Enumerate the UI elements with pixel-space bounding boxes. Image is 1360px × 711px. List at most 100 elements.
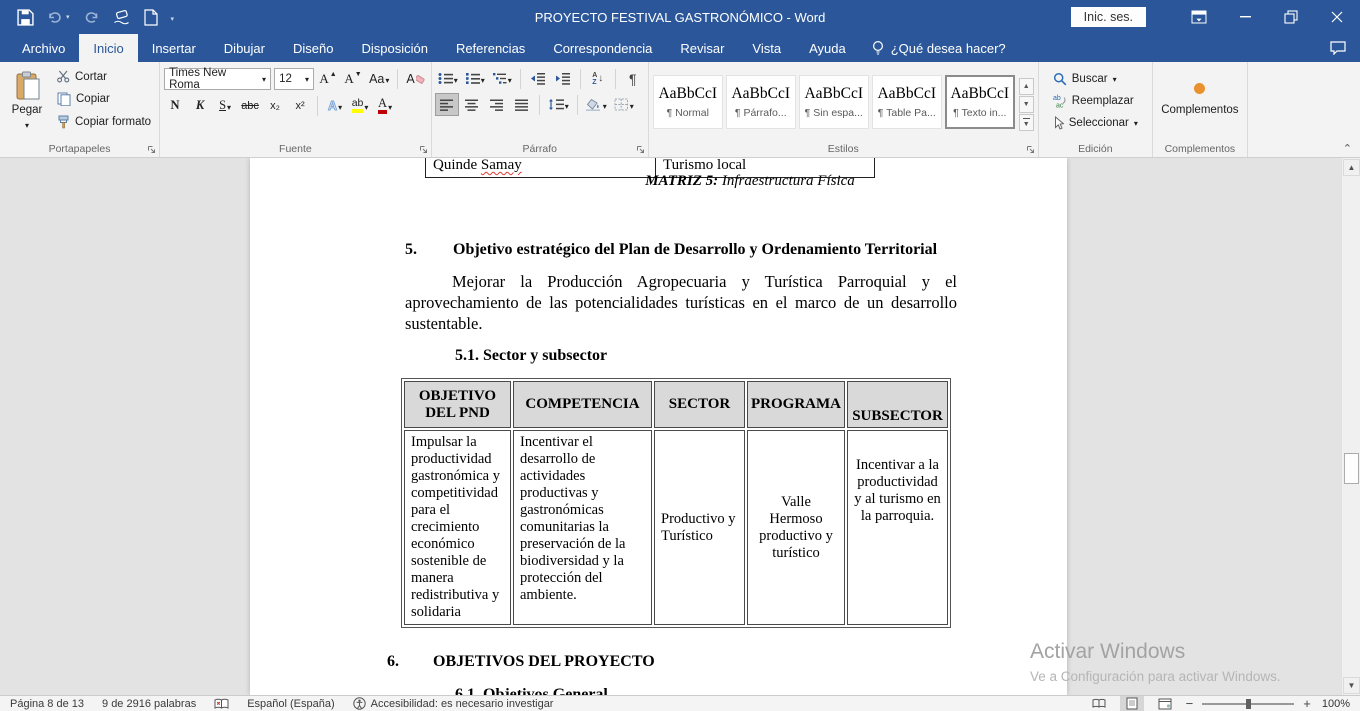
tab-correspondencia[interactable]: Correspondencia: [539, 34, 666, 62]
restore-button[interactable]: [1268, 0, 1314, 34]
copy-button[interactable]: Copiar: [53, 90, 155, 108]
new-document-icon[interactable]: [144, 7, 158, 27]
accessibility-status[interactable]: Accesibilidad: es necesario investigar: [353, 697, 554, 710]
italic-button[interactable]: K: [189, 95, 211, 116]
dialog-launcher-icon[interactable]: [419, 145, 428, 154]
increase-indent-button[interactable]: [552, 68, 574, 89]
dialog-launcher-icon[interactable]: [636, 145, 645, 154]
sign-in-button[interactable]: Inic. ses.: [1071, 7, 1146, 27]
line-spacing-button[interactable]: [546, 94, 571, 115]
word-count[interactable]: 9 de 2916 palabras: [102, 698, 196, 710]
styles-scroll-down-icon[interactable]: ▼: [1019, 96, 1034, 113]
bullets-button[interactable]: [436, 68, 460, 89]
style-parrafo[interactable]: AaBbCcI ¶ Párrafo...: [726, 75, 796, 129]
tab-revisar[interactable]: Revisar: [666, 34, 738, 62]
bold-button[interactable]: N: [164, 95, 186, 116]
align-center-button[interactable]: [461, 94, 483, 115]
strikethrough-button[interactable]: abc: [239, 95, 261, 116]
proofing-status[interactable]: [214, 698, 229, 710]
justify-button[interactable]: [511, 94, 533, 115]
scrollbar-thumb[interactable]: [1344, 453, 1359, 484]
style-texto-independiente[interactable]: AaBbCcI ¶ Texto in...: [945, 75, 1015, 129]
font-name-combo[interactable]: Times New Roma: [164, 68, 271, 90]
shrink-font-button[interactable]: A▼: [342, 69, 364, 90]
borders-button[interactable]: [612, 94, 636, 115]
bullets-icon: [438, 72, 453, 85]
shading-button[interactable]: [584, 94, 609, 115]
language-indicator[interactable]: Español (España): [247, 698, 334, 710]
tab-insertar[interactable]: Insertar: [138, 34, 210, 62]
read-mode-icon[interactable]: [1087, 696, 1111, 711]
styles-scroll-up-icon[interactable]: ▲: [1019, 78, 1034, 95]
superscript-button[interactable]: x²: [289, 95, 311, 116]
find-button[interactable]: Buscar: [1049, 70, 1142, 88]
sort-z-glyph: Z: [592, 79, 597, 86]
scroll-up-icon[interactable]: ▲: [1343, 159, 1360, 176]
grow-font-button[interactable]: A▲: [317, 69, 339, 90]
minimize-button[interactable]: [1222, 0, 1268, 34]
close-button[interactable]: [1314, 0, 1360, 34]
web-layout-icon[interactable]: [1153, 696, 1177, 711]
addins-button[interactable]: Complementos: [1157, 66, 1243, 132]
clear-formatting-button[interactable]: A: [404, 69, 426, 90]
draw-eraser-icon[interactable]: [112, 7, 131, 27]
subscript-button[interactable]: x₂: [264, 95, 286, 116]
paste-button[interactable]: Pegar: [4, 66, 50, 136]
sort-button[interactable]: AZ ↓: [587, 68, 609, 89]
tab-dibujar[interactable]: Dibujar: [210, 34, 279, 62]
customize-qat-icon[interactable]: [171, 7, 175, 27]
print-layout-icon[interactable]: [1120, 696, 1144, 711]
styles-more-icon[interactable]: ▼: [1019, 114, 1034, 131]
style-table-paragraph[interactable]: AaBbCcI ¶ Table Pa...: [872, 75, 942, 129]
paste-label: Pegar: [12, 104, 43, 116]
zoom-slider[interactable]: [1202, 703, 1294, 705]
vertical-scrollbar[interactable]: ▲ ▼: [1341, 158, 1360, 695]
style-normal[interactable]: AaBbCcI ¶ Normal: [653, 75, 723, 129]
zoom-out-button[interactable]: [1186, 696, 1194, 711]
feedback-icon[interactable]: [1330, 34, 1346, 62]
ribbon-display-options-icon[interactable]: [1176, 0, 1222, 34]
replace-icon: abac: [1053, 94, 1067, 108]
save-icon[interactable]: [17, 7, 34, 27]
change-case-button[interactable]: Aa: [367, 69, 391, 90]
tell-me-box[interactable]: ¿Qué desea hacer?: [860, 34, 1018, 62]
font-size-combo[interactable]: 12: [274, 68, 314, 90]
select-button[interactable]: Seleccionar: [1049, 114, 1142, 132]
zoom-level[interactable]: 100%: [1322, 698, 1350, 710]
tab-diseno[interactable]: Diseño: [279, 34, 347, 62]
tab-archivo[interactable]: Archivo: [8, 34, 79, 62]
align-right-button[interactable]: [486, 94, 508, 115]
tab-inicio[interactable]: Inicio: [79, 34, 137, 62]
paste-dropdown-icon: [25, 119, 29, 131]
zoom-in-button[interactable]: [1303, 696, 1311, 711]
replace-button[interactable]: abac Reemplazar: [1049, 92, 1142, 110]
numbering-button[interactable]: [463, 68, 487, 89]
document-page[interactable]: Quinde Samay Turismo local MATRIZ 5: Inf…: [250, 158, 1067, 695]
highlight-button[interactable]: ab: [349, 95, 371, 116]
multilevel-list-button[interactable]: [490, 68, 514, 89]
change-case-dropdown-icon: [385, 72, 389, 86]
underline-button[interactable]: S: [214, 95, 236, 116]
format-painter-button[interactable]: Copiar formato: [53, 113, 155, 131]
zoom-slider-thumb[interactable]: [1246, 699, 1251, 709]
page-indicator[interactable]: Página 8 de 13: [10, 698, 84, 710]
tab-vista[interactable]: Vista: [738, 34, 795, 62]
tab-disposicion[interactable]: Disposición: [347, 34, 441, 62]
show-paragraph-marks-button[interactable]: ¶: [622, 68, 644, 89]
decrease-indent-button[interactable]: [527, 68, 549, 89]
dialog-launcher-icon[interactable]: [147, 145, 156, 154]
heading-text: OBJETIVOS DEL PROYECTO: [433, 653, 655, 671]
dialog-launcher-icon[interactable]: [1026, 145, 1035, 154]
collapse-ribbon-icon[interactable]: ⌃: [1343, 142, 1352, 155]
undo-icon[interactable]: [47, 7, 70, 27]
style-sin-espaciado[interactable]: AaBbCcI ¶ Sin espa...: [799, 75, 869, 129]
align-left-button[interactable]: [436, 94, 458, 115]
cut-button[interactable]: Cortar: [53, 68, 155, 85]
tab-referencias[interactable]: Referencias: [442, 34, 539, 62]
font-color-button[interactable]: A: [374, 95, 396, 116]
redo-icon[interactable]: [83, 7, 99, 27]
scroll-down-icon[interactable]: ▼: [1343, 677, 1360, 694]
tab-ayuda[interactable]: Ayuda: [795, 34, 860, 62]
text-effects-button[interactable]: A: [324, 95, 346, 116]
find-dropdown-icon: [1113, 73, 1117, 85]
